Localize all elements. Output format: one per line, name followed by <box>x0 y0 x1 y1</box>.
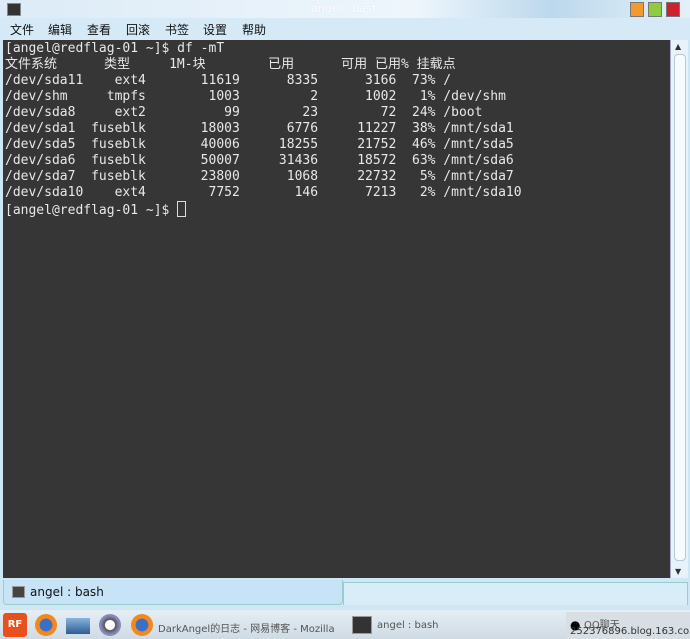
df-header-row: 文件系统 类型 1M-块 已用 可用 已用% 挂载点 <box>5 57 456 72</box>
scrollbar-thumb[interactable] <box>674 54 686 561</box>
terminal-task[interactable]: angel : bash <box>377 620 439 631</box>
df-row: /dev/sda5 fuseblk 40006 18255 21752 46% … <box>5 137 514 152</box>
prompt-line[interactable]: [angel@redflag-01 ~]$ <box>5 201 670 219</box>
firefox-task[interactable]: DarkAngel的日志 - 网易博客 - Mozilla <box>158 620 335 635</box>
terminal-icon <box>12 586 25 598</box>
menu-view[interactable]: 查看 <box>87 21 111 38</box>
start-menu-icon[interactable]: RF <box>3 613 27 637</box>
desktop-icon[interactable] <box>66 618 90 634</box>
df-row: /dev/sda7 fuseblk 23800 1068 22732 5% /m… <box>5 169 514 184</box>
cursor <box>177 201 187 217</box>
df-row: /dev/sda6 fuseblk 50007 31436 18572 63% … <box>5 153 514 168</box>
menu-help[interactable]: 帮助 <box>242 21 266 38</box>
scroll-down-icon[interactable]: ▼ <box>675 567 681 576</box>
df-row: /dev/shm tmpfs 1003 2 1002 1% /dev/shm <box>5 89 506 104</box>
menu-scrollback[interactable]: 回滚 <box>126 21 150 38</box>
prompt: [angel@redflag-01 ~]$ <box>5 203 178 218</box>
minimize-button[interactable] <box>630 2 644 17</box>
scrollbar[interactable]: ▲ ▼ <box>670 40 688 578</box>
menu-file[interactable]: 文件 <box>10 21 34 38</box>
title-bar: angel : bash <box>0 0 690 18</box>
terminal-line: [angel@redflag-01 ~]$ df -mT <box>5 41 225 56</box>
terminal-output[interactable]: [angel@redflag-01 ~]$ df -mT 文件系统 类型 1M-块… <box>3 40 670 578</box>
media-player-icon[interactable] <box>99 614 121 636</box>
tab-bar-empty <box>343 582 688 605</box>
terminal-task-icon <box>352 616 372 634</box>
menu-bar: 文件 编辑 查看 回滚 书签 设置 帮助 <box>0 18 690 40</box>
firefox-task-icon[interactable] <box>131 614 153 636</box>
maximize-button[interactable] <box>648 2 662 17</box>
firefox-icon[interactable] <box>35 614 57 636</box>
df-row: /dev/sda1 fuseblk 18003 6776 11227 38% /… <box>5 121 514 136</box>
menu-edit[interactable]: 编辑 <box>48 21 72 38</box>
watermark: 252376896.blog.163.com <box>570 626 690 637</box>
menu-bookmarks[interactable]: 书签 <box>165 21 189 38</box>
df-row: /dev/sda8 ext2 99 23 72 24% /boot <box>5 105 483 120</box>
df-row: /dev/sda11 ext4 11619 8335 3166 73% / <box>5 73 452 88</box>
qq-task[interactable]: ● QQ聊天 252376896.blog.163.com <box>566 612 690 639</box>
tab-angel-bash[interactable]: angel : bash <box>3 580 343 605</box>
scroll-up-icon[interactable]: ▲ <box>675 42 681 51</box>
tab-label: angel : bash <box>30 585 104 599</box>
df-row: /dev/sda10 ext4 7752 146 7213 2% /mnt/sd… <box>5 185 522 200</box>
window-title: angel : bash <box>311 2 379 15</box>
tab-bar: angel : bash <box>0 578 690 608</box>
taskbar: RF DarkAngel的日志 - 网易博客 - Mozilla angel :… <box>0 610 690 639</box>
close-button[interactable] <box>666 2 680 17</box>
menu-settings[interactable]: 设置 <box>203 21 227 38</box>
